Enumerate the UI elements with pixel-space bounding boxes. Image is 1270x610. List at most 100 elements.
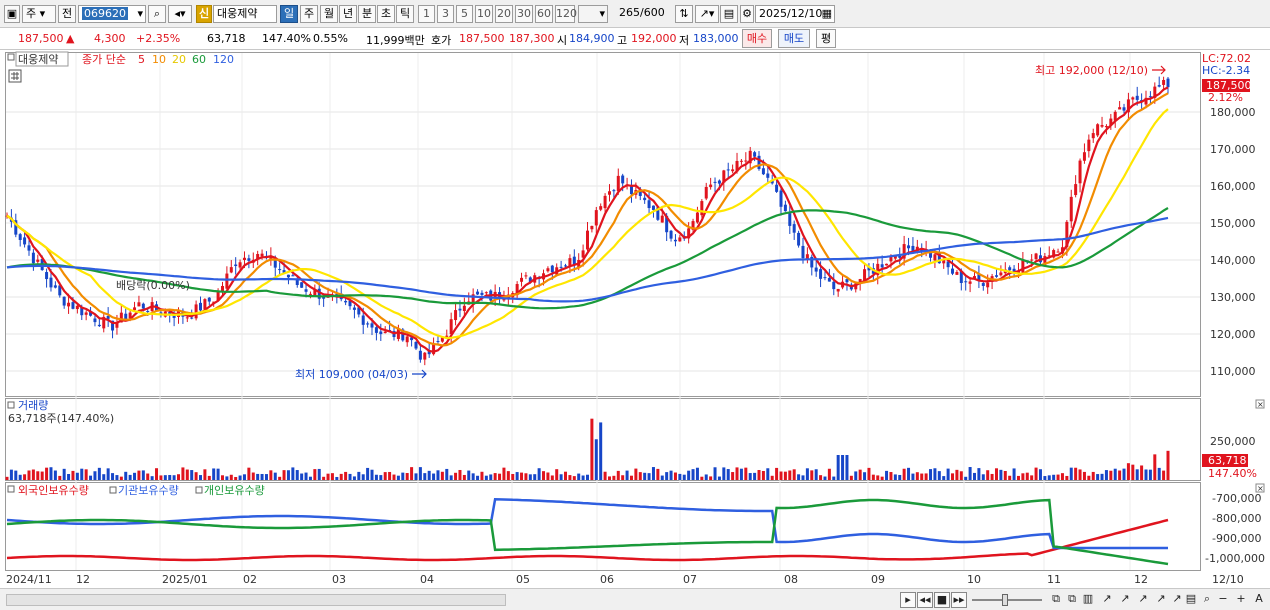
volume-bar (634, 468, 638, 480)
volume-bar (506, 471, 510, 480)
interval-3[interactable]: 3 (437, 5, 454, 23)
draw-tool-icon[interactable]: ↗ (1116, 592, 1134, 608)
volume-bar (45, 467, 49, 480)
chart-canvas[interactable]: 대웅제약 종가 단순 5 10 20 60 120 최고 192,000 (12… (0, 50, 1270, 588)
candle-body (717, 180, 721, 184)
interval-20[interactable]: 20 (495, 5, 513, 23)
interval-5[interactable]: 5 (456, 5, 473, 23)
volume-bar (247, 467, 251, 480)
window-menu-icon[interactable]: ▣ (4, 5, 20, 23)
volume-bar (102, 474, 106, 480)
candle-body (370, 323, 374, 328)
zoom-slider-handle[interactable] (1002, 594, 1008, 606)
horizontal-scrollbar[interactable] (6, 594, 506, 606)
volume-bar (590, 418, 594, 480)
gear-icon[interactable]: ⚙ (740, 5, 754, 23)
volume-bar (1140, 465, 1144, 480)
period-year[interactable]: 년 (339, 5, 357, 23)
candle-body (739, 160, 743, 162)
volume-bar (564, 471, 568, 480)
interval-60[interactable]: 60 (535, 5, 553, 23)
plus-icon[interactable]: + (1234, 592, 1248, 608)
calendar-icon[interactable]: ▦ (822, 6, 832, 22)
interval-1[interactable]: 1 (418, 5, 435, 23)
market-select[interactable]: 주 ▾ (22, 5, 56, 23)
view-button[interactable]: 전 (58, 5, 76, 23)
period-day[interactable]: 일 (280, 5, 298, 23)
draw-tool-icon[interactable]: ↗ (1152, 592, 1170, 608)
volume-bar (1135, 469, 1139, 480)
minus-icon[interactable]: − (1216, 592, 1230, 608)
interval-30[interactable]: 30 (515, 5, 533, 23)
chart-toolbar: ▣ 주 ▾ 전 069620 ▾ ⌕ ◂▾ 신 대웅제약 일 주 월 년 분 초… (0, 0, 1270, 28)
close-icon-glyph: × (1257, 400, 1264, 409)
draw-tool-icon[interactable]: ↗ (1170, 592, 1184, 608)
date-field[interactable]: 2025/12/10 ▦ (755, 5, 835, 23)
volume-bar (520, 472, 524, 480)
volume-bar (458, 469, 462, 480)
candle-body (550, 265, 554, 273)
period-week[interactable]: 주 (300, 5, 318, 23)
zoom-icon[interactable]: ⌕ (1200, 592, 1214, 608)
save-icon[interactable]: ▤ (720, 5, 738, 23)
draw-tool-icon[interactable]: ↗▾ (695, 5, 719, 23)
buy-button[interactable]: 매수 (742, 29, 772, 48)
play-icon[interactable]: ▸ (900, 592, 916, 608)
volume-bar (1113, 468, 1117, 480)
compare-icon[interactable]: ⇅ (675, 5, 693, 23)
interval-10[interactable]: 10 (475, 5, 493, 23)
candle-body (994, 275, 998, 277)
volume-bar (436, 470, 440, 480)
candle-body (225, 273, 229, 289)
volume-bar (392, 474, 396, 480)
period-month[interactable]: 월 (320, 5, 338, 23)
layout-icon[interactable]: ⧉ (1064, 592, 1080, 608)
candle-body (476, 291, 480, 295)
average-price-button[interactable]: 평 (816, 29, 836, 48)
draw-tool-icon[interactable]: ↗ (1098, 592, 1116, 608)
volume-bar (36, 471, 40, 480)
price-tick: 150,000 (1210, 217, 1256, 230)
period-minute[interactable]: 분 (358, 5, 376, 23)
period-second[interactable]: 초 (377, 5, 395, 23)
speaker-icon[interactable]: ◂▾ (168, 5, 192, 23)
volume-bar (410, 467, 414, 480)
candle-body (242, 257, 246, 261)
rewind-icon[interactable]: ◂◂ (917, 592, 933, 608)
candle-body (45, 272, 49, 280)
volume-bar (1021, 473, 1025, 480)
bar-count[interactable]: 265 (612, 5, 640, 23)
volume-bar (616, 470, 620, 480)
zoom-slider[interactable] (972, 592, 1042, 608)
print-icon[interactable]: ▤ (1184, 592, 1198, 608)
fast-forward-icon[interactable]: ▸▸ (951, 592, 967, 608)
volume-bar (1038, 469, 1042, 480)
stock-name-field[interactable]: 대웅제약 (213, 5, 277, 23)
trade-amount: 11,999백만 (366, 34, 425, 47)
code-input[interactable]: 069620 ▾ (78, 5, 146, 23)
candle-body (141, 303, 145, 309)
holder-tick: -700,000 (1212, 492, 1261, 505)
volume-bar (124, 471, 128, 480)
volume-bar (603, 471, 607, 480)
volume-bar (238, 475, 242, 480)
chart-type-icon[interactable]: ▥ (1080, 592, 1096, 608)
candle-body (1082, 152, 1086, 161)
volume-bar (717, 476, 721, 480)
interval-120[interactable]: 120 (555, 5, 577, 23)
font-size-icon[interactable]: A (1252, 592, 1266, 608)
interval-custom-select[interactable]: ▾ (578, 5, 608, 23)
volume-bar (273, 472, 277, 480)
sell-button[interactable]: 매도 (778, 29, 810, 48)
candle-body (713, 181, 717, 183)
holder-tick: -800,000 (1212, 512, 1261, 525)
layout-icon[interactable]: ⧉ (1048, 592, 1064, 608)
stop-icon[interactable]: ■ (934, 592, 950, 608)
search-icon[interactable]: ⌕ (148, 5, 166, 23)
ma-period-5: 5 (138, 53, 145, 66)
volume-bar (62, 468, 66, 480)
draw-tool-icon[interactable]: ↗ (1134, 592, 1152, 608)
period-tick[interactable]: 틱 (396, 5, 414, 23)
grid-toggle-icon[interactable] (8, 69, 22, 83)
volume-bar (313, 469, 317, 480)
